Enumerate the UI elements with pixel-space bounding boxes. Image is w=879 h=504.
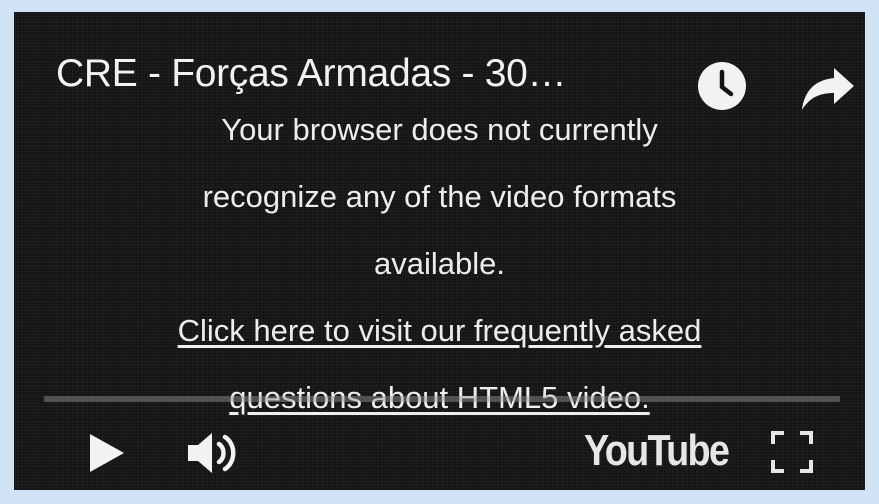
message-line-3: available.	[374, 246, 505, 281]
video-title[interactable]: CRE - Forças Armadas - 30…	[56, 52, 566, 96]
video-player[interactable]: CRE - Forças Armadas - 30… Your browser …	[14, 12, 865, 490]
share-arrow-icon[interactable]	[800, 64, 856, 112]
unsupported-format-message: Your browser does not currently recogniz…	[114, 96, 765, 431]
progress-bar[interactable]	[44, 396, 840, 402]
html5-faq-link-line-1[interactable]: Click here to visit our frequently asked	[178, 313, 702, 348]
fullscreen-icon[interactable]	[770, 430, 814, 474]
youtube-logo[interactable]: YouTube	[584, 426, 730, 476]
message-line-1: Your browser does not currently	[221, 112, 658, 147]
page-frame: CRE - Forças Armadas - 30… Your browser …	[0, 0, 879, 504]
message-line-2: recognize any of the video formats	[202, 179, 677, 214]
play-icon[interactable]	[86, 430, 128, 476]
volume-icon[interactable]	[186, 430, 240, 476]
